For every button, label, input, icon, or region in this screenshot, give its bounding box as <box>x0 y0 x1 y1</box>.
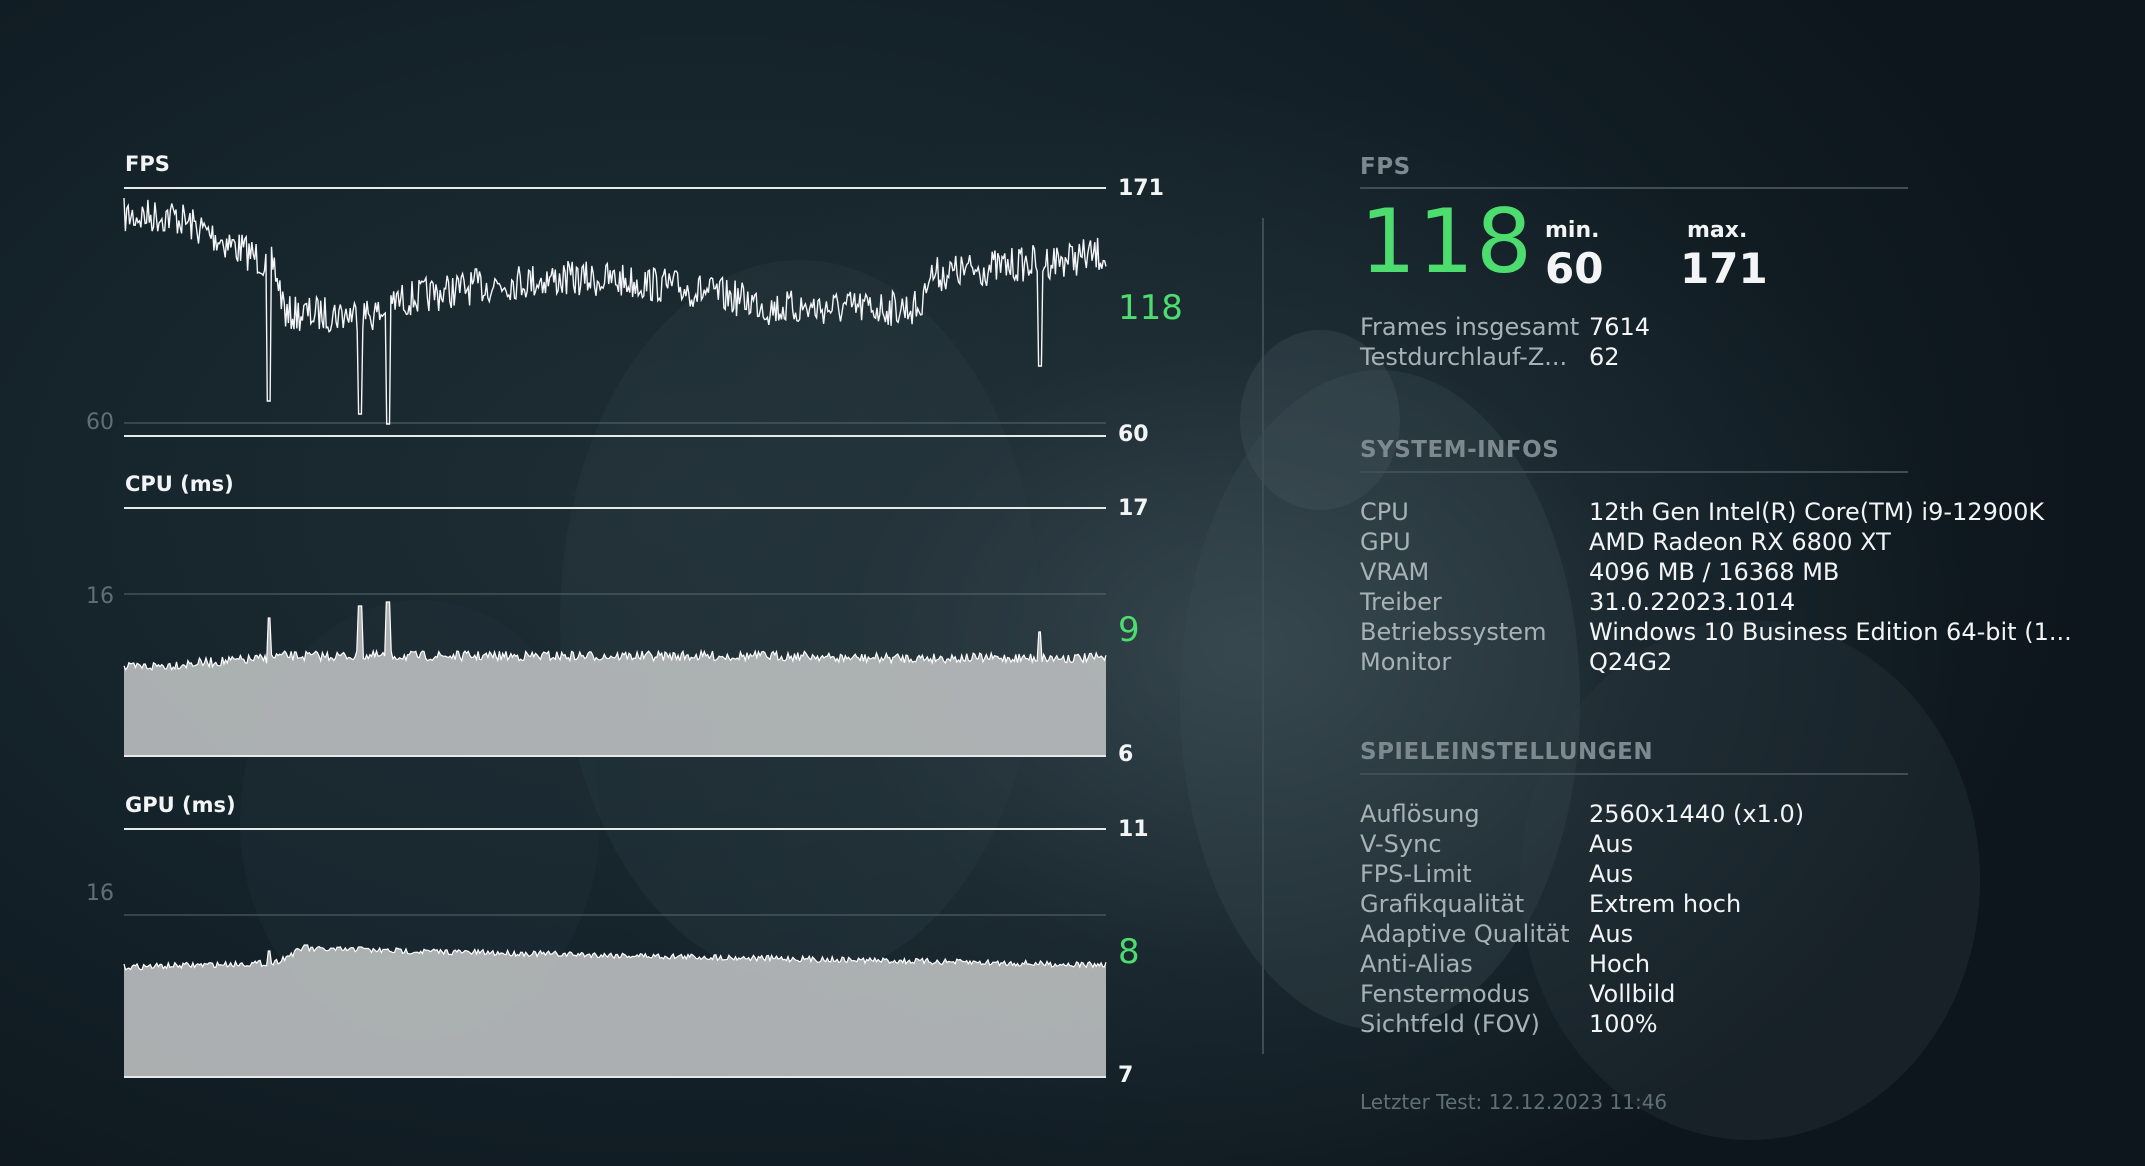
summary-row-value: 7614 <box>1589 313 1651 341</box>
cpu-max-label: 17 <box>1118 496 1149 521</box>
fps-section-title: FPS <box>1360 154 1411 180</box>
settings-row-label: Fenstermodus <box>1360 980 1530 1008</box>
summary-row-value: 62 <box>1589 343 1620 371</box>
gpu-graph-title: GPU (ms) <box>125 793 236 817</box>
graphs-panel: FPS 60 171 118 60 CPU (ms) 16 17 9 6 GPU… <box>0 0 1200 1166</box>
fps-graph-title: FPS <box>125 152 170 176</box>
settings-section-title: SPIELEINSTELLUNGEN <box>1360 739 1654 765</box>
settings-row-label: FPS-Limit <box>1360 860 1472 888</box>
system-row-value: 4096 MB / 16368 MB <box>1589 558 1840 586</box>
fps-current-label: 118 <box>1118 288 1183 328</box>
settings-row-label: Sichtfeld (FOV) <box>1360 1010 1540 1038</box>
settings-row-value: 2560x1440 (x1.0) <box>1589 800 1805 828</box>
gpu-current-label: 8 <box>1118 932 1140 972</box>
settings-row-label: Grafikqualität <box>1360 890 1525 918</box>
fps-min-label: 60 <box>1118 422 1149 447</box>
summary-row-label: Testdurchlauf-Z... <box>1360 343 1568 371</box>
fps-series-line <box>123 197 1107 425</box>
gpu-side-label: 16 <box>86 881 114 906</box>
settings-row-value: 100% <box>1589 1010 1658 1038</box>
settings-row-label: Auflösung <box>1360 800 1480 828</box>
settings-section-divider <box>1360 773 1908 775</box>
system-section-divider <box>1360 471 1908 473</box>
system-row-value: Windows 10 Business Edition 64-bit (1... <box>1589 618 2072 646</box>
average-fps-value: 118 <box>1360 190 1534 293</box>
settings-row-label: Anti-Alias <box>1360 950 1473 978</box>
cpu-min-label: 6 <box>1118 742 1134 767</box>
fps-graph <box>123 187 1107 437</box>
settings-row-label: Adaptive Qualität <box>1360 920 1570 948</box>
gpu-series-area <box>124 945 1106 1077</box>
cpu-series-area <box>124 602 1106 756</box>
cpu-graph <box>123 507 1107 757</box>
fps-section-divider <box>1360 187 1908 189</box>
cpu-graph-title: CPU (ms) <box>125 472 234 496</box>
settings-row-value: Aus <box>1589 830 1634 858</box>
system-section-title: SYSTEM-INFOS <box>1360 437 1560 463</box>
system-row-value: Q24G2 <box>1589 648 1673 676</box>
gpu-max-label: 11 <box>1118 817 1149 842</box>
settings-row-value: Vollbild <box>1589 980 1676 1008</box>
system-row-label: Treiber <box>1360 588 1442 616</box>
fps-side-label: 60 <box>86 410 114 435</box>
settings-row-label: V-Sync <box>1360 830 1442 858</box>
settings-row-value: Aus <box>1589 860 1634 888</box>
settings-row-value: Hoch <box>1589 950 1651 978</box>
system-row-label: CPU <box>1360 498 1409 526</box>
gpu-graph <box>123 828 1107 1078</box>
system-row-label: Betriebssystem <box>1360 618 1547 646</box>
system-row-value: 31.0.22023.1014 <box>1589 588 1796 616</box>
min-fps-label: min. <box>1545 218 1600 243</box>
system-row-label: GPU <box>1360 528 1411 556</box>
settings-row-value: Extrem hoch <box>1589 890 1742 918</box>
cpu-side-label: 16 <box>86 584 114 609</box>
fps-max-label: 171 <box>1118 176 1164 201</box>
settings-row-value: Aus <box>1589 920 1634 948</box>
summary-row-label: Frames insgesamt <box>1360 313 1580 341</box>
system-row-value: AMD Radeon RX 6800 XT <box>1589 528 1891 556</box>
panel-divider <box>1262 218 1264 1054</box>
max-fps-value: 171 <box>1680 244 1768 293</box>
max-fps-label: max. <box>1687 218 1748 243</box>
gpu-min-label: 7 <box>1118 1063 1134 1088</box>
system-row-value: 12th Gen Intel(R) Core(TM) i9-12900K <box>1589 498 2045 526</box>
system-row-label: Monitor <box>1360 648 1452 676</box>
min-fps-value: 60 <box>1545 244 1604 293</box>
cpu-current-label: 9 <box>1118 610 1140 650</box>
last-test-timestamp: Letzter Test: 12.12.2023 11:46 <box>1360 1090 1668 1114</box>
system-row-label: VRAM <box>1360 558 1430 586</box>
